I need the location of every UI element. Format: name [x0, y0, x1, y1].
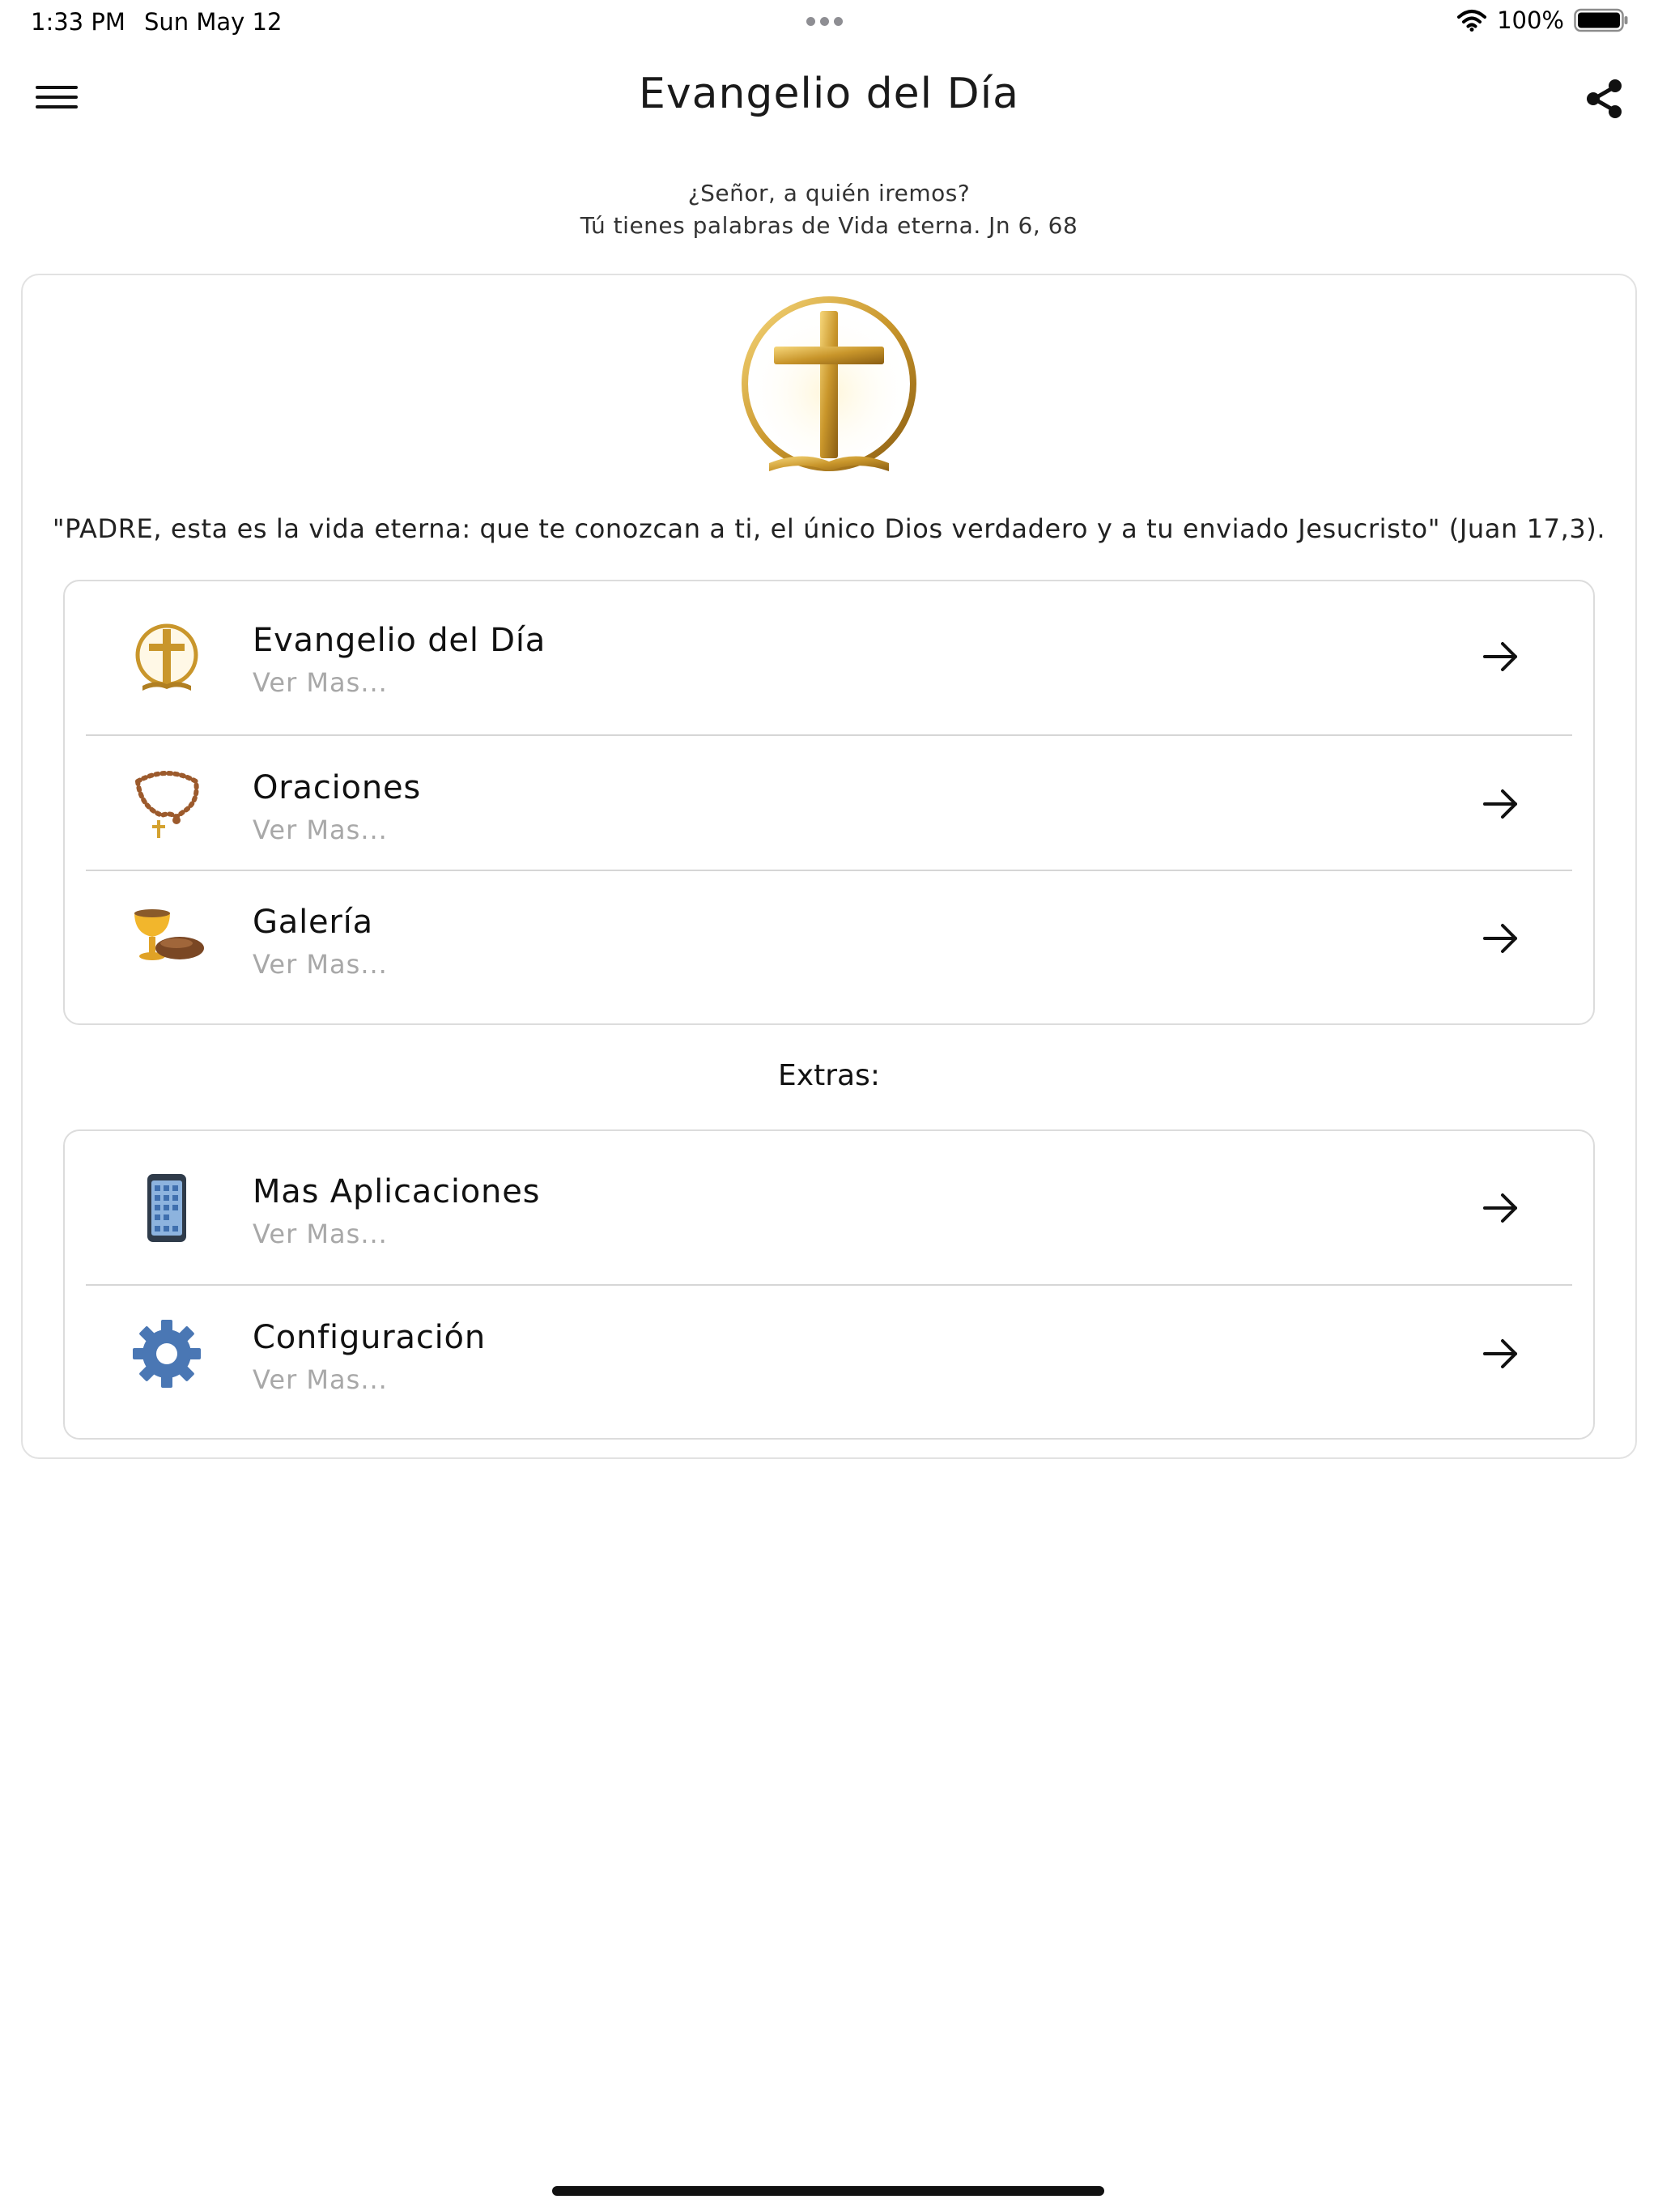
- extras-heading: Extras:: [778, 1059, 880, 1092]
- golden-cross-icon: [742, 296, 916, 471]
- bible-verse: "PADRE, esta es la vida eterna: que te c…: [52, 513, 1606, 544]
- multitasking-dots-icon[interactable]: [806, 17, 843, 26]
- status-indicators: 100%: [1456, 6, 1629, 34]
- share-icon[interactable]: [1584, 78, 1626, 120]
- menu-item-configuracion[interactable]: Configuración Ver Mas...: [65, 1287, 1593, 1421]
- home-indicator[interactable]: [552, 2186, 1104, 2196]
- app-screen: 1:33 PM Sun May 12 100% Evangelio del Dí…: [0, 0, 1658, 2212]
- menu-item-sub: Ver Mas...: [253, 949, 388, 980]
- phone-apps-icon: [147, 1174, 186, 1242]
- divider: [86, 1284, 1572, 1286]
- status-bar: 1:33 PM Sun May 12 100%: [0, 0, 1658, 45]
- menu-item-label: Mas Aplicaciones: [253, 1173, 541, 1210]
- arrow-right-icon: [1483, 924, 1517, 953]
- menu-item-label: Galería: [253, 904, 373, 941]
- arrow-right-icon: [1483, 1193, 1517, 1223]
- menu-item-mas-aplicaciones[interactable]: Mas Aplicaciones Ver Mas...: [65, 1141, 1593, 1275]
- main-menu-list: Evangelio del Día Ver Mas... Oraciones V…: [63, 580, 1595, 1025]
- menu-item-label: Evangelio del Día: [253, 622, 546, 659]
- battery-percentage: 100%: [1497, 6, 1564, 34]
- menu-item-sub: Ver Mas...: [253, 815, 388, 845]
- rosary-icon: [134, 771, 199, 838]
- menu-item-label: Configuración: [253, 1319, 486, 1356]
- menu-item-evangelio[interactable]: Evangelio del Día Ver Mas...: [65, 589, 1593, 724]
- menu-item-label: Oraciones: [253, 769, 422, 806]
- page-title: Evangelio del Día: [638, 70, 1020, 118]
- menu-item-sub: Ver Mas...: [253, 1364, 388, 1395]
- header-question: ¿Señor, a quién iremos?: [687, 180, 971, 206]
- header-citation: Tú tienes palabras de Vida eterna. Jn 6,…: [580, 212, 1078, 239]
- arrow-right-icon: [1483, 642, 1517, 671]
- menu-item-oraciones[interactable]: Oraciones Ver Mas...: [65, 737, 1593, 871]
- chalice-bread-icon: [134, 909, 204, 960]
- arrow-right-icon: [1483, 1339, 1517, 1368]
- divider: [86, 734, 1572, 736]
- gear-icon: [133, 1320, 201, 1388]
- extras-menu-list: Mas Aplicaciones Ver Mas... Configuració…: [63, 1129, 1595, 1440]
- arrow-right-icon: [1483, 789, 1517, 819]
- status-time: 1:33 PM: [31, 8, 125, 36]
- wifi-icon: [1457, 10, 1487, 32]
- menu-item-sub: Ver Mas...: [253, 667, 388, 698]
- menu-item-sub: Ver Mas...: [253, 1219, 388, 1249]
- battery-icon: [1574, 8, 1628, 32]
- cross-icon: [135, 623, 198, 691]
- status-date: Sun May 12: [144, 8, 283, 36]
- menu-item-galeria[interactable]: Galería Ver Mas...: [65, 871, 1593, 1006]
